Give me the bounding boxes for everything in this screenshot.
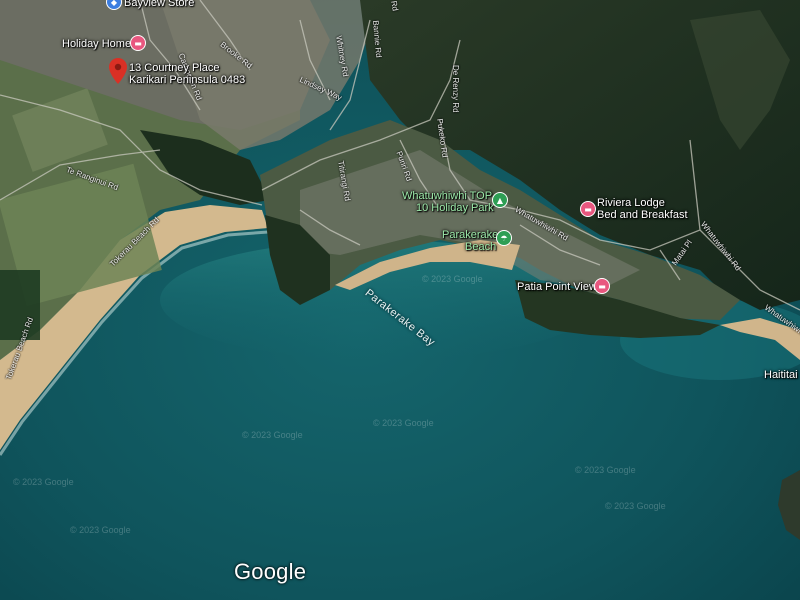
place-label-riviera-line1[interactable]: Riviera Lodge [597, 197, 665, 209]
watermark: © 2023 Google [605, 501, 666, 511]
map-marker-icon[interactable] [109, 58, 127, 84]
place-label-riviera-line2[interactable]: Bed and Breakfast [597, 209, 688, 221]
place-label-bayview-store[interactable]: Bayview Store [124, 0, 194, 9]
field-patch [0, 270, 40, 340]
place-label-whatuwhiwhi-line2[interactable]: 10 Holiday Park [416, 202, 494, 214]
beach-icon[interactable]: ☂ [496, 230, 512, 246]
place-label-holiday-home[interactable]: Holiday Home [62, 38, 131, 50]
selected-location-line1[interactable]: 13 Courtney Place [129, 62, 220, 74]
satellite-map[interactable] [0, 0, 800, 600]
place-label-parakerake-beach-line2[interactable]: Beach [465, 241, 496, 253]
place-label-parakerake-beach-line1[interactable]: Parakerake [442, 229, 498, 241]
hotel-icon[interactable]: ▬ [130, 35, 146, 51]
place-label-haititai[interactable]: Haititai [764, 369, 798, 381]
watermark: © 2023 Google [70, 525, 131, 535]
watermark: © 2023 Google [575, 465, 636, 475]
selected-location-line2[interactable]: Karikari Peninsula 0483 [129, 74, 245, 86]
road-label-de-renzy: De Renzy Rd [451, 65, 460, 113]
watermark: © 2023 Google [422, 274, 483, 284]
hotel-icon[interactable]: ▬ [580, 201, 596, 217]
place-label-patia-point[interactable]: Patia Point View [517, 281, 597, 293]
watermark: © 2023 Google [373, 418, 434, 428]
google-logo: Google [234, 559, 307, 584]
road-label-top: Rd [389, 0, 400, 12]
campground-icon[interactable]: ▲ [492, 192, 508, 208]
hotel-icon[interactable]: ▬ [594, 278, 610, 294]
place-label-whatuwhiwhi-line1[interactable]: Whatuwhiwhi TOP [402, 190, 492, 202]
watermark: © 2023 Google [13, 477, 74, 487]
watermark: © 2023 Google [242, 430, 303, 440]
